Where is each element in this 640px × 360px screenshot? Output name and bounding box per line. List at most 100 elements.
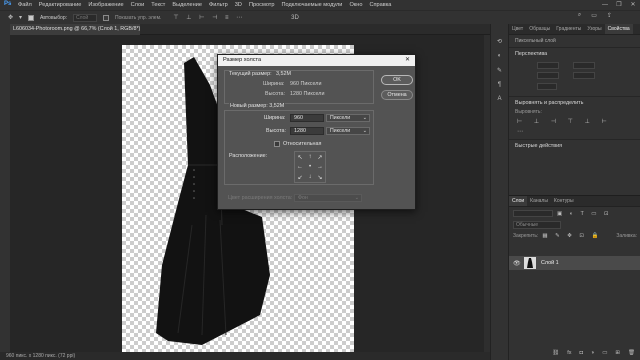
folder-icon[interactable]: ▭ (602, 350, 607, 360)
relative-checkbox[interactable] (274, 141, 280, 147)
angle-field[interactable] (537, 83, 557, 90)
canvas-size-dialog: Размер холста ✕ Текущий размер: 3,52M Ши… (217, 54, 416, 210)
current-height-label: Высота: (265, 91, 286, 97)
minimize-button[interactable]: — (598, 0, 612, 10)
w-field[interactable] (537, 62, 559, 69)
x-field[interactable] (537, 72, 559, 79)
menu-window[interactable]: Окно (349, 2, 362, 8)
mask-icon[interactable]: ◘ (580, 350, 583, 360)
tools-panel (0, 24, 10, 352)
new-height-label: Высота: (266, 128, 287, 134)
trash-icon[interactable]: 🗑 (628, 350, 635, 360)
history-icon[interactable]: ⟲ (497, 38, 502, 45)
workspace-icon[interactable]: ▭ (591, 12, 597, 19)
dialog-titlebar[interactable]: Размер холста ✕ (218, 55, 415, 66)
lock-icons[interactable]: ▦ ✎ ✥ ⊡ 🔒 (542, 233, 601, 239)
share-icon[interactable]: ⇪ (607, 12, 612, 19)
character-icon[interactable]: A (497, 96, 501, 102)
anchor-s-icon[interactable]: ↓ (305, 172, 315, 182)
lock-label: Закрепить: (513, 233, 539, 239)
anchor-nw-icon[interactable]: ↖ (295, 152, 305, 162)
adjustments-icon[interactable]: ◐ (498, 53, 502, 59)
align-icons[interactable]: ⊢ ⊥ ⊣ ⊤ ⊥ ⊢ (509, 115, 640, 128)
width-input[interactable]: 960 (290, 114, 324, 122)
anchor-n-icon[interactable]: ↑ (305, 152, 315, 162)
search-icon[interactable]: ⌕ (578, 12, 581, 19)
adjustment-layer-icon[interactable]: ◑ (591, 350, 594, 360)
anchor-grid[interactable]: ↖ ↑ ↗ ← • → ↙ ↓ ↘ (294, 151, 326, 183)
anchor-center-icon[interactable]: • (305, 162, 315, 172)
layers-panel: Слои Каналы Контуры ▣ ◐ T ▭ ⊡ Обычные За… (509, 195, 640, 360)
brush-settings-icon[interactable]: ✎ (497, 67, 502, 74)
height-input[interactable]: 1280 (290, 127, 324, 135)
anchor-se-icon[interactable]: ↘ (315, 172, 325, 182)
quick-actions-section[interactable]: Быстрые действия (509, 140, 640, 152)
properties-tabs: Цвет Образцы Градиенты Узоры Свойства (509, 24, 640, 35)
align-buttons-icon[interactable]: ⊤ ⊥ ⊢ ⊣ ≡ ⋯ (173, 14, 245, 21)
menu-3d[interactable]: 3D (235, 2, 242, 8)
menu-image[interactable]: Изображение (88, 2, 123, 8)
tab-properties[interactable]: Свойства (604, 24, 633, 34)
anchor-e-icon[interactable]: → (315, 162, 325, 172)
maximize-button[interactable]: ❐ (612, 0, 626, 10)
layer-filter-kind[interactable] (513, 210, 553, 217)
filter-icons[interactable]: ▣ ◐ T ▭ ⊡ (557, 211, 612, 217)
menu-layers[interactable]: Слои (131, 2, 145, 8)
menu-select[interactable]: Выделение (172, 2, 202, 8)
perspective-section[interactable]: Перспектива (509, 48, 640, 60)
anchor-sw-icon[interactable]: ↙ (295, 172, 305, 182)
current-height-value: 1280 Пиксели (290, 91, 325, 97)
close-window-button[interactable]: ✕ (626, 0, 640, 10)
fx-icon[interactable]: fx (567, 350, 571, 360)
cancel-button[interactable]: Отмена (381, 90, 413, 100)
h-field[interactable] (573, 62, 595, 69)
menu-file[interactable]: Файл (18, 2, 32, 8)
tab-channels[interactable]: Каналы (527, 196, 551, 206)
chevron-down-icon[interactable]: ▾ (19, 14, 22, 21)
layer-name[interactable]: Слой 1 (541, 260, 559, 266)
align-section[interactable]: Выровнять и распределить (509, 97, 640, 109)
tab-gradients[interactable]: Градиенты (553, 24, 584, 34)
visibility-eye-icon[interactable]: 👁 (513, 260, 521, 267)
show-transform-label: Показать упр. элем. (115, 14, 162, 21)
width-unit-select[interactable]: Пиксели ⌄ (326, 114, 370, 122)
anchor-w-icon[interactable]: ← (295, 162, 305, 172)
menu-help[interactable]: Справка (369, 2, 391, 8)
menu-plugins[interactable]: Подключаемые модули (281, 2, 342, 8)
show-transform-checkbox[interactable] (103, 14, 110, 21)
layer-thumbnail (524, 257, 536, 269)
menu-type[interactable]: Текст (151, 2, 165, 8)
extension-color-select[interactable]: Фон ⌄ (294, 194, 362, 202)
layer-row[interactable]: 👁 Слой 1 (509, 256, 640, 270)
new-width-label: Ширина: (264, 115, 286, 121)
move-tool-icon[interactable]: ✥ (8, 14, 13, 21)
link-icon[interactable]: ⛓ (552, 350, 559, 360)
close-icon[interactable]: ✕ (405, 55, 410, 66)
height-unit-select[interactable]: Пиксели ⌄ (326, 127, 370, 135)
tab-swatches[interactable]: Образцы (526, 24, 553, 34)
anchor-ne-icon[interactable]: ↗ (315, 152, 325, 162)
tab-color[interactable]: Цвет (509, 24, 526, 34)
autoselect-checkbox[interactable] (28, 14, 35, 21)
layers-tabs: Слои Каналы Контуры (509, 196, 640, 207)
tab-paths[interactable]: Контуры (551, 196, 577, 206)
3d-mode-icon[interactable]: 3D (291, 15, 299, 21)
autoselect-dropdown[interactable]: Слой (73, 13, 98, 22)
document-tab[interactable]: L606034-Photoroom.png @ 66,7% (Слой 1, R… (10, 24, 140, 35)
menu-filter[interactable]: Фильтр (209, 2, 228, 8)
new-size-label: Новый размер: 3,52M (229, 103, 286, 109)
menu-edit[interactable]: Редактирование (39, 2, 82, 8)
blend-mode-dropdown[interactable]: Обычные (513, 221, 561, 229)
ok-button[interactable]: OK (381, 75, 413, 85)
paragraph-icon[interactable]: ¶ (498, 82, 501, 88)
autoselect-label: Автовыбор: (40, 14, 68, 21)
chevron-down-icon: ⌄ (362, 115, 367, 121)
new-layer-icon[interactable]: ⊞ (615, 350, 620, 360)
tab-layers[interactable]: Слои (509, 196, 528, 206)
more-options-icon[interactable]: ⋯ (509, 128, 640, 139)
dialog-title: Размер холста (223, 57, 262, 63)
y-field[interactable] (573, 72, 595, 79)
tab-patterns[interactable]: Узоры (584, 24, 604, 34)
chevron-down-icon: ⌄ (362, 128, 367, 134)
menu-view[interactable]: Просмотр (249, 2, 275, 8)
